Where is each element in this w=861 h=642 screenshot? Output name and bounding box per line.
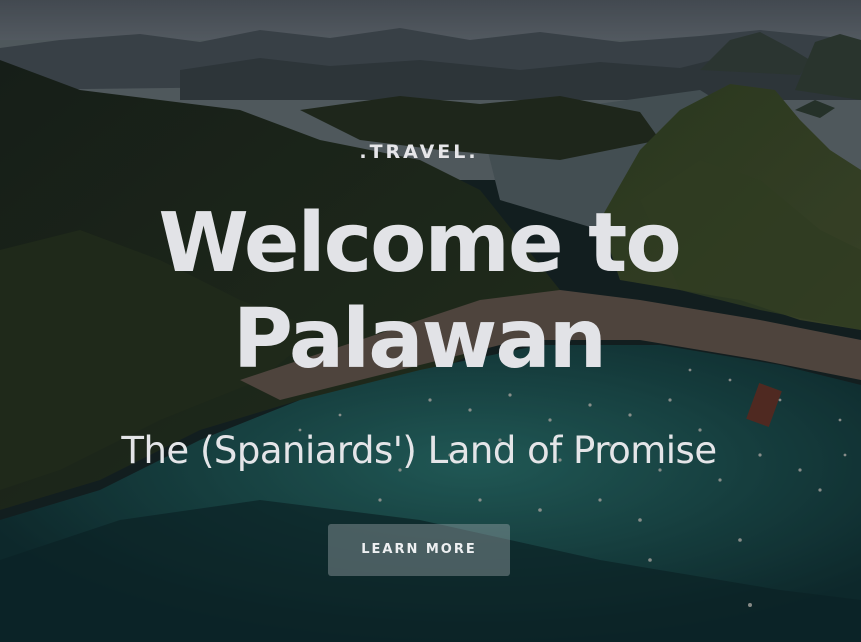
eyebrow-text: .TRAVEL. xyxy=(359,141,479,163)
hero-title-line-2: Palawan xyxy=(232,292,607,387)
hero-title: Welcome to Palawan xyxy=(0,196,838,388)
learn-more-button[interactable]: LEARN MORE xyxy=(328,524,510,576)
hero-section: .TRAVEL. Welcome to Palawan The (Spaniar… xyxy=(0,0,861,642)
hero-subtitle: The (Spaniards') Land of Promise xyxy=(121,429,717,472)
hero-title-line-1: Welcome to xyxy=(158,196,681,291)
hero-content: .TRAVEL. Welcome to Palawan The (Spaniar… xyxy=(0,0,861,642)
